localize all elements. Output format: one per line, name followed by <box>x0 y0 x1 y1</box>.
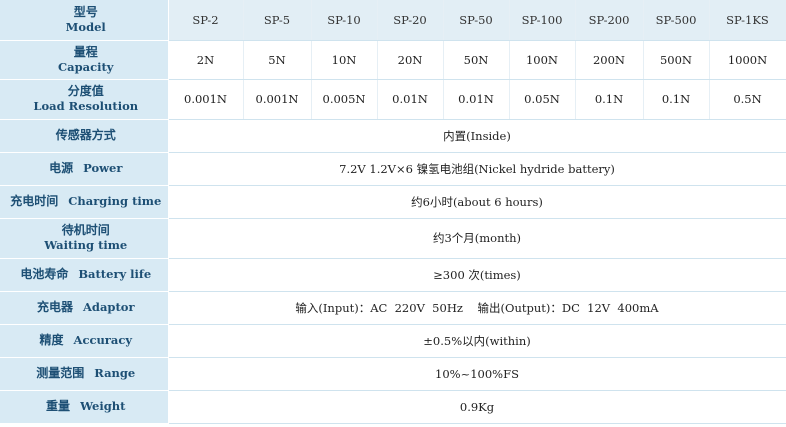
model-cell: SP-5 <box>243 0 312 41</box>
accuracy-label: 精度 Accuracy <box>0 324 169 358</box>
battery-life-value: ≥300 次(times) <box>168 258 786 292</box>
resolution-cell: 0.001N <box>243 79 312 120</box>
capacity-cell: 1000N <box>709 40 786 80</box>
capacity-row: 量程 Capacity 2N 5N 10N 20N 50N 100N 200N … <box>0 40 786 80</box>
waiting-label: 待机时间 Waiting time <box>0 218 169 259</box>
resolution-cell: 0.5N <box>709 79 786 120</box>
weight-label: 重量 Weight <box>0 390 169 424</box>
weight-value: 0.9Kg <box>168 390 786 424</box>
power-label: 电源 Power <box>0 152 169 186</box>
resolution-cell: 0.005N <box>311 79 378 120</box>
resolution-cell: 0.01N <box>443 79 510 120</box>
waiting-row: 待机时间 Waiting time 约3个月(month) <box>0 218 786 259</box>
adaptor-label: 充电器 Adaptor <box>0 291 169 325</box>
sensor-row: 传感器方式 内置(Inside) <box>0 119 786 153</box>
model-row: 型号 Model SP-2 SP-5 SP-10 SP-20 SP-50 SP-… <box>0 0 786 41</box>
range-row: 测量范围 Range 10%~100%FS <box>0 357 786 391</box>
model-cell: SP-500 <box>643 0 710 41</box>
resolution-cell: 0.01N <box>377 79 444 120</box>
accuracy-value: ±0.5%以内(within) <box>168 324 786 358</box>
capacity-cell: 10N <box>311 40 378 80</box>
resolution-cell: 0.1N <box>575 79 644 120</box>
charging-label: 充电时间 Charging time <box>0 185 169 219</box>
weight-row: 重量 Weight 0.9Kg <box>0 390 786 424</box>
capacity-cell: 20N <box>377 40 444 80</box>
model-cell: SP-1KS <box>709 0 786 41</box>
capacity-cell: 50N <box>443 40 510 80</box>
model-cell: SP-100 <box>509 0 576 41</box>
model-cell: SP-10 <box>311 0 378 41</box>
model-cell: SP-20 <box>377 0 444 41</box>
model-cell: SP-50 <box>443 0 510 41</box>
capacity-cell: 2N <box>168 40 244 80</box>
resolution-cell: 0.05N <box>509 79 576 120</box>
accuracy-row: 精度 Accuracy ±0.5%以内(within) <box>0 324 786 358</box>
adaptor-row: 充电器 Adaptor 输入(Input)：AC 220V 50Hz 输出(Out… <box>0 291 786 325</box>
capacity-cell: 500N <box>643 40 710 80</box>
sensor-value: 内置(Inside) <box>168 119 786 153</box>
adaptor-value: 输入(Input)：AC 220V 50Hz 输出(Output)：DC 12V… <box>168 291 786 325</box>
model-cell: SP-200 <box>575 0 644 41</box>
charging-value: 约6小时(about 6 hours) <box>168 185 786 219</box>
capacity-cell: 5N <box>243 40 312 80</box>
resolution-label: 分度值 Load Resolution <box>0 79 169 120</box>
capacity-cell: 100N <box>509 40 576 80</box>
model-label: 型号 Model <box>0 0 169 41</box>
resolution-cell: 0.001N <box>168 79 244 120</box>
battery-life-row: 电池寿命 Battery life ≥300 次(times) <box>0 258 786 292</box>
waiting-value: 约3个月(month) <box>168 218 786 259</box>
power-row: 电源 Power 7.2V 1.2V×6 镍氢电池组(Nickel hydride… <box>0 152 786 186</box>
capacity-cell: 200N <box>575 40 644 80</box>
range-label: 测量范围 Range <box>0 357 169 391</box>
resolution-cell: 0.1N <box>643 79 710 120</box>
sensor-label: 传感器方式 <box>0 119 169 153</box>
capacity-label: 量程 Capacity <box>0 40 169 80</box>
charging-row: 充电时间 Charging time 约6小时(about 6 hours) <box>0 185 786 219</box>
resolution-row: 分度值 Load Resolution 0.001N 0.001N 0.005N… <box>0 79 786 120</box>
range-value: 10%~100%FS <box>168 357 786 391</box>
battery-life-label: 电池寿命 Battery life <box>0 258 169 292</box>
model-cell: SP-2 <box>168 0 244 41</box>
spec-table: 型号 Model SP-2 SP-5 SP-10 SP-20 SP-50 SP-… <box>0 0 786 424</box>
power-value: 7.2V 1.2V×6 镍氢电池组(Nickel hydride battery… <box>168 152 786 186</box>
